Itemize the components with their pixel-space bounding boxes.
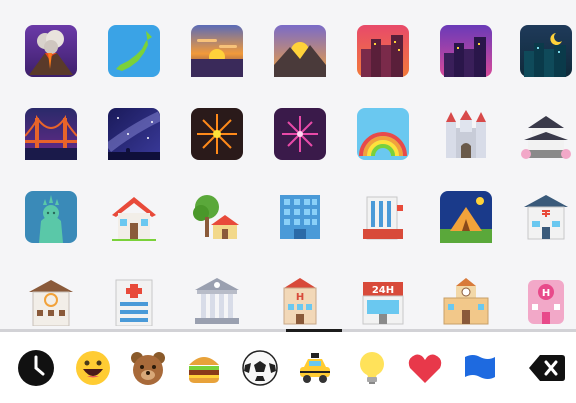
- backspace-icon[interactable]: [528, 349, 566, 387]
- european-castle-icon[interactable]: [440, 108, 492, 160]
- bridge-at-night-icon[interactable]: [25, 108, 77, 160]
- camping-icon[interactable]: [440, 191, 492, 243]
- activity-soccer-icon[interactable]: [241, 349, 279, 387]
- school-icon[interactable]: [440, 274, 492, 326]
- office-building-icon[interactable]: [274, 191, 326, 243]
- rainbow-icon[interactable]: [357, 108, 409, 160]
- objects-lightbulb-icon[interactable]: [353, 349, 391, 387]
- hotel-sign-text: H: [296, 292, 304, 303]
- convenience-store-sign-text: 24H: [372, 285, 394, 296]
- volcano-icon[interactable]: [25, 25, 77, 77]
- hospital-icon[interactable]: [108, 274, 160, 326]
- hotel-icon[interactable]: H: [274, 274, 326, 326]
- smileys-icon[interactable]: [74, 349, 112, 387]
- sunrise-icon[interactable]: [191, 25, 243, 77]
- house-with-garden-icon[interactable]: [191, 191, 243, 243]
- travel-taxi-icon[interactable]: [296, 349, 334, 387]
- sunset-icon[interactable]: [440, 25, 492, 77]
- japanese-castle-icon[interactable]: [520, 108, 572, 160]
- love-hotel-icon[interactable]: [25, 274, 77, 326]
- post-office-icon[interactable]: [520, 191, 572, 243]
- statue-of-liberty-icon[interactable]: [25, 191, 77, 243]
- flags-icon[interactable]: [461, 349, 499, 387]
- bank-icon[interactable]: [191, 274, 243, 326]
- category-bar: [0, 332, 576, 403]
- sunrise-over-mountains-icon[interactable]: [274, 25, 326, 77]
- animals-bear-icon[interactable]: [129, 349, 167, 387]
- milky-way-icon[interactable]: [108, 108, 160, 160]
- cityscape-at-dusk-icon[interactable]: [357, 25, 409, 77]
- convenience-store-icon[interactable]: 24H: [357, 274, 409, 326]
- house-icon[interactable]: [108, 191, 160, 243]
- japan-map-icon[interactable]: [108, 25, 160, 77]
- fireworks-icon[interactable]: [191, 108, 243, 160]
- love-hotel-sign-text: H: [542, 288, 550, 299]
- food-burger-icon[interactable]: [185, 349, 223, 387]
- recent-clock-icon[interactable]: [17, 349, 55, 387]
- department-store-icon[interactable]: [357, 191, 409, 243]
- love-hotel-pink-icon[interactable]: H: [520, 274, 572, 326]
- sparkler-icon[interactable]: [274, 108, 326, 160]
- night-with-stars-icon[interactable]: [520, 25, 572, 77]
- emoji-grid: H 24H H: [0, 0, 576, 330]
- symbols-heart-icon[interactable]: [406, 349, 444, 387]
